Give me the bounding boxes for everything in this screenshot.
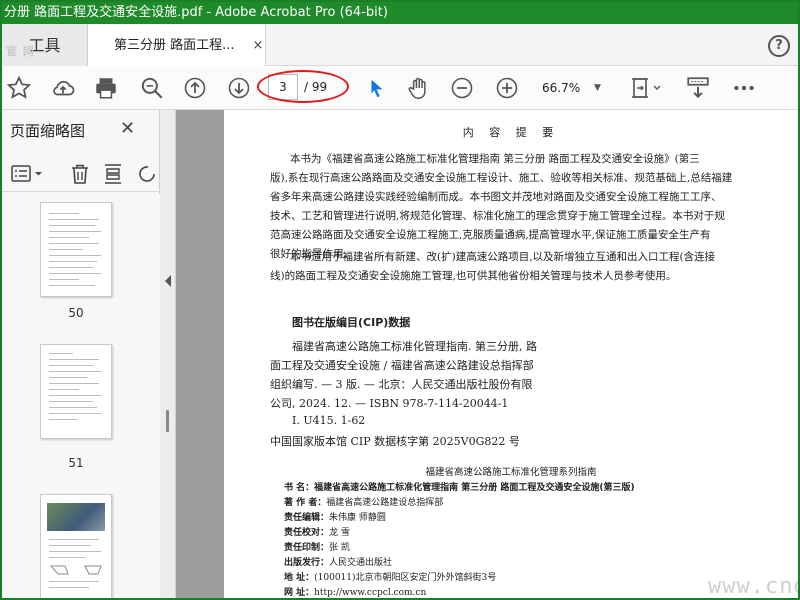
site-watermark: www.cndao.com <box>708 574 798 599</box>
meta-row-title: 书 名：福建省高速公路施工标准化管理指南 第三分册 路面工程及交通安全设施(第三… <box>284 480 635 493</box>
meta-key: 地 址： <box>284 573 315 583</box>
hand-tool-icon[interactable] <box>405 74 433 102</box>
window-title-bar: 分册 路面工程及交通安全设施.pdf - Adobe Acrobat Pro (… <box>2 2 798 24</box>
meta-value: 人民交通出版社 <box>329 558 393 568</box>
series-title: 福建省高速公路施工标准化管理系列指南 <box>425 467 597 478</box>
meta-row-printing: 责任印制：张 凯 <box>284 540 350 553</box>
tab-tools[interactable]: 官 网 工具 <box>2 24 88 66</box>
chevron-down-icon: ▼ <box>594 83 601 93</box>
thumbnail-label: 50 <box>68 306 84 320</box>
cip-line: 公司, 2024. 12. — ISBN 978-7-114-20044-1 <box>270 397 509 410</box>
meta-row-author: 著 作 者：福建省高速公路建设总指挥部 <box>284 495 443 508</box>
text-line: 本书适用于福建省所有新建、改(扩)建高速公路项目,以及新增独立互通和出入口工程(… <box>290 251 716 263</box>
zoom-level-select[interactable]: 66.7% ▼ <box>542 76 608 100</box>
page-thumbnail-51[interactable] <box>40 344 112 439</box>
meta-value: 福建省高速公路施工标准化管理指南 第三分册 路面工程及交通安全设施(第三版) <box>314 483 635 493</box>
thumbnail-panel: 页面缩略图 ✕ 50 51 <box>2 110 160 598</box>
panel-splitter[interactable] <box>160 110 176 598</box>
summary-paragraph-1: 本书为《福建省高速公路施工标准化管理指南 第三分册 路面工程及交通安全设施》(第… <box>270 150 736 264</box>
meta-value: 张 凯 <box>329 543 350 553</box>
thumbnail-panel-title: 页面缩略图 <box>10 122 86 140</box>
meta-key: 出版发行： <box>284 558 330 568</box>
meta-key: 网 址： <box>284 588 315 598</box>
pdf-page: 内 容 提 要 本书为《福建省高速公路施工标准化管理指南 第三分册 路面工程及交… <box>224 110 798 599</box>
thumbnail-panel-toolbar <box>2 156 160 192</box>
close-panel-icon[interactable]: ✕ <box>120 118 135 139</box>
meta-key: 著 作 者： <box>284 498 327 508</box>
window-title: 分册 路面工程及交通安全设施.pdf - Adobe Acrobat Pro (… <box>4 5 388 20</box>
meta-value: 福建省高速公路建设总指挥部 <box>326 498 444 508</box>
scroll-mode-icon[interactable] <box>684 74 712 102</box>
document-view[interactable]: 内 容 提 要 本书为《福建省高速公路施工标准化管理指南 第三分册 路面工程及交… <box>176 110 798 599</box>
meta-value: 龙 雪 <box>329 528 350 538</box>
thumbnail-photo <box>47 503 105 531</box>
extract-pages-icon[interactable] <box>101 161 125 191</box>
text-line: 版),系在现行高速公路路面及交通安全设施工程设计、施工、验收等相关标准、规范基础… <box>270 172 733 184</box>
delete-page-icon[interactable] <box>68 161 92 191</box>
thumbnail-label: 51 <box>68 456 84 470</box>
tab-document[interactable]: 第三分册 路面工程... <box>88 24 266 66</box>
thumbnail-options-icon[interactable] <box>10 162 46 190</box>
meta-row-proofreader: 责任校对：龙 雪 <box>284 525 350 538</box>
next-page-icon[interactable] <box>225 74 253 102</box>
meta-key: 责任编辑： <box>284 513 330 523</box>
text-line: 线)的路面工程及交通安全设施施工管理,也可供其他省份相关管理与技术人员参考使用。 <box>270 270 677 282</box>
thumbnail-diagram <box>49 565 102 575</box>
select-cursor-icon[interactable] <box>363 74 391 102</box>
previous-page-icon[interactable] <box>181 74 209 102</box>
meta-row-address: 地 址：(100011)北京市朝阳区安定门外外馆斜街3号 <box>284 570 496 583</box>
meta-key: 书 名： <box>284 483 315 493</box>
cloud-upload-icon[interactable] <box>49 74 77 102</box>
tab-bar: 官 网 工具 第三分册 路面工程... × ? <box>2 24 798 66</box>
print-icon[interactable] <box>92 74 120 102</box>
text-line: 省多年来高速公路建设实践经验编制而成。本书图文并茂地对路面及交通安全设施工程施工… <box>270 191 722 203</box>
cip-line: 组织编写. — 3 版. — 北京：人民交通出版社股份有限 <box>270 378 533 391</box>
text-line: 技术、工艺和管理进行说明,将规范化管理、标准化施工的理念贯穿于施工管理全过程。本… <box>270 210 725 222</box>
cip-line: 福建省高速公路施工标准化管理指南. 第三分册, 路 <box>292 340 537 353</box>
text-line: 本书为《福建省高速公路施工标准化管理指南 第三分册 路面工程及交通安全设施》(第… <box>290 153 700 165</box>
cip-title: 图书在版编目(CIP)数据 <box>292 316 411 329</box>
help-icon[interactable]: ? <box>768 35 790 57</box>
page-fit-icon[interactable] <box>628 74 664 102</box>
meta-row-editor: 责任编辑：朱伟康 师静圆 <box>284 510 386 523</box>
meta-key: 责任校对： <box>284 528 330 538</box>
meta-value: (100011)北京市朝阳区安定门外外馆斜街3号 <box>314 573 497 583</box>
rotate-page-icon[interactable] <box>134 161 158 191</box>
zoom-level-value: 66.7% <box>542 81 581 95</box>
text-line: 范高速公路路面及交通安全设施工程施工,克服质量通病,提高管理水平,保证施工质量安… <box>270 229 711 241</box>
main-toolbar: 3 / 99 66.7% ▼ <box>2 66 798 110</box>
meta-key: 责任印制： <box>284 543 330 553</box>
page-heading: 内 容 提 要 <box>462 126 560 139</box>
bookmark-star-icon[interactable] <box>5 74 33 102</box>
zoom-search-icon[interactable] <box>138 74 166 102</box>
cip-line: Ⅰ. U415. 1-62 <box>292 414 366 427</box>
zoom-out-icon[interactable] <box>448 74 476 102</box>
close-tab-icon[interactable]: × <box>251 24 265 68</box>
thumbnail-list: 50 51 <box>2 194 160 598</box>
acrobat-window: 分册 路面工程及交通安全设施.pdf - Adobe Acrobat Pro (… <box>0 0 800 600</box>
splitter-grip[interactable] <box>166 410 169 432</box>
tab-document-label: 第三分册 路面工程... <box>114 38 235 53</box>
meta-row-website: 网 址：http://www.ccpcl.com.cn <box>284 585 426 598</box>
page-thumbnail-52[interactable] <box>40 494 112 598</box>
zoom-in-icon[interactable] <box>493 74 521 102</box>
cip-line: 中国国家版本馆 CIP 数据核字第 2025V0G822 号 <box>270 435 520 448</box>
red-highlight-annotation <box>257 70 349 103</box>
collapse-panel-icon[interactable] <box>164 273 172 292</box>
meta-value: 朱伟康 师静圆 <box>329 513 386 523</box>
summary-paragraph-2: 本书适用于福建省所有新建、改(扩)建高速公路项目,以及新增独立互通和出入口工程(… <box>270 248 736 286</box>
meta-value: http://www.ccpcl.com.cn <box>314 588 427 598</box>
meta-row-publisher: 出版发行：人民交通出版社 <box>284 555 392 568</box>
cip-line: 面工程及交通安全设施 / 福建省高速公路建设总指挥部 <box>270 359 534 372</box>
more-options-icon[interactable] <box>730 74 758 102</box>
page-thumbnail-50[interactable] <box>40 202 112 297</box>
